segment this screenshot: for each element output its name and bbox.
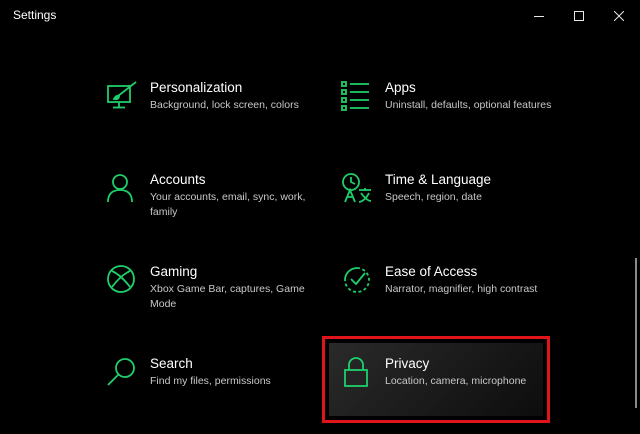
window-title: Settings (13, 8, 57, 22)
apps-icon (341, 80, 375, 114)
minimize-icon (534, 15, 544, 17)
tile-description: Your accounts, email, sync, work, family (150, 191, 306, 218)
search-icon (106, 356, 140, 390)
title-bar: Settings (0, 0, 640, 31)
tile-description: Background, lock screen, colors (150, 99, 299, 111)
settings-home: Personalization Background, lock screen,… (0, 31, 640, 434)
tile-name: Apps (385, 80, 416, 95)
close-button[interactable] (596, 0, 640, 31)
tile-name: Privacy (385, 356, 430, 371)
tile-name: Personalization (150, 80, 243, 95)
tile-name: Time & Language (385, 172, 492, 187)
tile-name: Search (150, 356, 193, 371)
tile-accounts[interactable]: Accounts Your accounts, email, sync, wor… (106, 172, 321, 248)
tile-description: Location, camera, microphone (385, 375, 527, 387)
scrollbar[interactable] (635, 258, 637, 408)
lock-icon (341, 356, 375, 390)
close-icon (614, 10, 624, 21)
ease-of-access-icon (341, 264, 375, 298)
tile-description: Find my files, permissions (150, 375, 271, 387)
tile-name: Gaming (150, 264, 198, 279)
tile-description: Xbox Game Bar, captures, Game Mode (150, 283, 305, 310)
tile-privacy[interactable]: Privacy Location, camera, microphone (341, 356, 541, 432)
accounts-icon (106, 172, 140, 206)
xbox-icon (106, 264, 140, 298)
tile-time-language[interactable]: Time & Language Speech, region, date (341, 172, 556, 248)
tile-search[interactable]: Search Find my files, permissions (106, 356, 321, 432)
tile-name: Ease of Access (385, 264, 478, 279)
tile-gaming[interactable]: Gaming Xbox Game Bar, captures, Game Mod… (106, 264, 321, 340)
tile-personalization[interactable]: Personalization Background, lock screen,… (106, 80, 321, 156)
tile-ease-of-access[interactable]: Ease of Access Narrator, magnifier, high… (341, 264, 556, 340)
time-language-icon (341, 172, 375, 206)
tile-description: Speech, region, date (385, 191, 482, 203)
tile-name: Accounts (150, 172, 206, 187)
tile-description: Uninstall, defaults, optional features (385, 99, 552, 111)
tile-description: Narrator, magnifier, high contrast (385, 283, 538, 295)
personalization-icon (106, 80, 140, 114)
tile-apps[interactable]: Apps Uninstall, defaults, optional featu… (341, 80, 556, 156)
maximize-icon (574, 10, 584, 21)
